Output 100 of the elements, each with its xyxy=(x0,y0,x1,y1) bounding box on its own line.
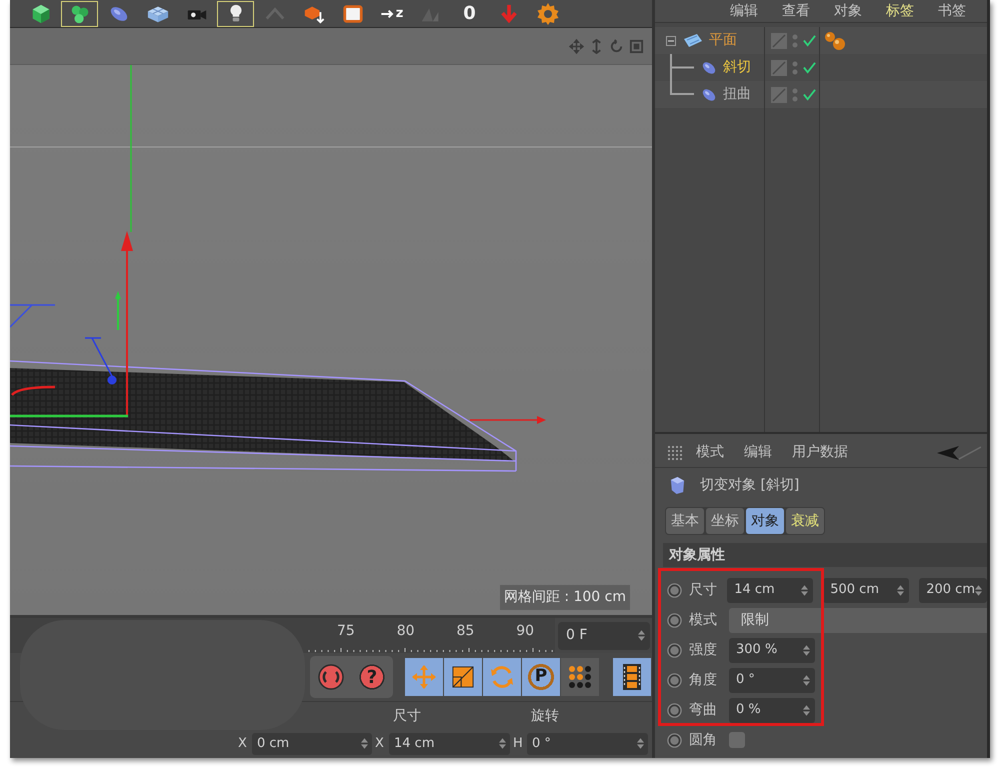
check-icon[interactable] xyxy=(803,88,816,101)
spin-arrows-icon[interactable] xyxy=(361,738,368,749)
checkbox[interactable] xyxy=(729,732,745,748)
number-field[interactable]: 500 cm xyxy=(823,578,910,602)
frame-number: 80 xyxy=(396,622,416,640)
number-field[interactable]: 0 % xyxy=(729,698,815,722)
box-icon xyxy=(669,476,686,494)
menu-item[interactable]: 用户数据 xyxy=(792,442,848,463)
spin-arrows-icon[interactable] xyxy=(638,630,645,641)
axis-gizmo[interactable] xyxy=(10,65,133,418)
scale-icon xyxy=(452,666,474,688)
tab[interactable]: 坐标 xyxy=(706,508,744,534)
spin-arrows-icon[interactable] xyxy=(803,644,810,656)
frame-counter: 0 xyxy=(462,2,477,26)
collapse-toggle[interactable] xyxy=(666,36,676,46)
deformer-outline xyxy=(10,304,56,328)
pan-arrows-icon[interactable] xyxy=(569,38,584,54)
frame-field[interactable]: 0 F xyxy=(558,622,650,650)
menu-item[interactable]: 标签 xyxy=(886,0,914,22)
coordinate-field[interactable]: 14 cm xyxy=(389,732,510,754)
arrow-right-tool-button[interactable]: z xyxy=(373,0,410,26)
dot-grid-icon xyxy=(568,665,592,689)
spin-arrows-icon[interactable] xyxy=(975,584,982,596)
menu-item[interactable]: 对象 xyxy=(834,0,862,22)
frame-icon xyxy=(342,2,364,24)
frame-number: 85 xyxy=(455,622,476,640)
check-icon[interactable] xyxy=(803,61,816,74)
ring-dot-icon[interactable] xyxy=(667,702,682,718)
menu-item[interactable]: 查看 xyxy=(782,0,810,22)
tab[interactable]: 对象 xyxy=(746,508,784,534)
maximize-icon[interactable] xyxy=(629,38,644,54)
section-header: 对象属性 xyxy=(663,543,987,567)
point-level-button[interactable] xyxy=(561,658,599,696)
ring-dot-icon[interactable] xyxy=(667,672,682,688)
coordinate-field[interactable]: 0 ° xyxy=(527,732,648,754)
axis-label: X xyxy=(375,734,385,753)
mode-dropdown[interactable]: 限制 xyxy=(729,608,987,632)
parameter-key-button[interactable]: P xyxy=(522,658,560,696)
layer-swatch-icon[interactable] xyxy=(771,32,787,48)
frame-number: 90 xyxy=(515,622,536,640)
move-arrows-icon xyxy=(411,664,437,690)
axis-label: X xyxy=(238,734,248,753)
scale-key-button[interactable] xyxy=(444,658,482,696)
spin-arrows-icon[interactable] xyxy=(897,584,904,596)
capsule-icon xyxy=(701,86,717,102)
visibility-dots-icon[interactable] xyxy=(792,32,798,48)
spin-arrows-icon[interactable] xyxy=(801,584,808,596)
grip-dots-icon[interactable] xyxy=(667,444,683,460)
disc-icon xyxy=(318,664,344,690)
number-field[interactable]: 300 % xyxy=(729,638,815,662)
column-header: 旋转 xyxy=(530,707,560,726)
ring-dot-icon[interactable] xyxy=(667,732,682,748)
coordinate-field[interactable]: 0 cm xyxy=(252,732,372,754)
frame-number: 75 xyxy=(336,622,356,640)
ring-dot-icon[interactable] xyxy=(667,582,682,598)
spin-arrows-icon[interactable] xyxy=(803,704,810,716)
number-field[interactable]: 14 cm xyxy=(727,578,814,602)
object-title: 切变对象 [斜切] xyxy=(700,476,800,494)
back-arrow-icon[interactable] xyxy=(937,446,959,460)
menu-item[interactable]: 模式 xyxy=(696,442,724,463)
ring-dot-icon[interactable] xyxy=(667,612,682,628)
spin-arrows-icon[interactable] xyxy=(499,738,506,749)
twin-spheres-icon[interactable] xyxy=(824,30,846,50)
number-field[interactable]: 200 cm xyxy=(919,578,987,602)
number-field[interactable]: 0 ° xyxy=(729,668,815,692)
menu-item[interactable]: 编辑 xyxy=(744,442,772,463)
axis-label: H xyxy=(513,734,524,753)
property-label: 尺寸 xyxy=(689,580,718,600)
check-icon[interactable] xyxy=(803,34,816,47)
timeline-ruler[interactable]: 75 80 85 90 xyxy=(305,618,555,653)
column-header: 尺寸 xyxy=(392,707,422,726)
property-label: 模式 xyxy=(689,610,718,630)
tab[interactable]: 基本 xyxy=(666,508,704,534)
object-name[interactable]: 斜切 xyxy=(723,57,751,78)
capsule-icon xyxy=(701,60,717,76)
object-name[interactable]: 扭曲 xyxy=(723,84,751,105)
spin-arrows-icon[interactable] xyxy=(637,738,644,749)
tab[interactable]: 衰减 xyxy=(786,508,824,534)
spin-arrows-icon[interactable] xyxy=(803,674,810,686)
film-strip-icon xyxy=(623,664,641,690)
menu-item[interactable]: 书签 xyxy=(938,0,966,22)
layer-swatch-icon[interactable] xyxy=(771,86,787,102)
property-label: 圆角 xyxy=(689,730,718,750)
property-label: 弯曲 xyxy=(689,700,718,720)
visibility-dots-icon[interactable] xyxy=(792,60,798,76)
grid-spacing-label: 网格间距 : 100 cm xyxy=(500,585,630,610)
property-label: 角度 xyxy=(689,670,718,690)
layer-swatch-icon[interactable] xyxy=(771,60,787,76)
scheme-button[interactable] xyxy=(613,658,651,696)
plane-icon xyxy=(683,32,703,48)
visibility-dots-icon[interactable] xyxy=(792,86,798,102)
circular-arrow-icon[interactable] xyxy=(609,38,624,54)
minus-icon xyxy=(668,38,674,44)
object-name[interactable]: 平面 xyxy=(709,30,737,51)
rotate-arrows-icon xyxy=(489,664,515,690)
property-label: 强度 xyxy=(689,640,718,660)
ring-dot-icon[interactable] xyxy=(667,642,682,658)
sphere-cluster-tool-button[interactable] xyxy=(61,0,98,26)
menu-item[interactable]: 编辑 xyxy=(730,0,758,22)
light-bulb-tool-button[interactable] xyxy=(217,0,254,26)
